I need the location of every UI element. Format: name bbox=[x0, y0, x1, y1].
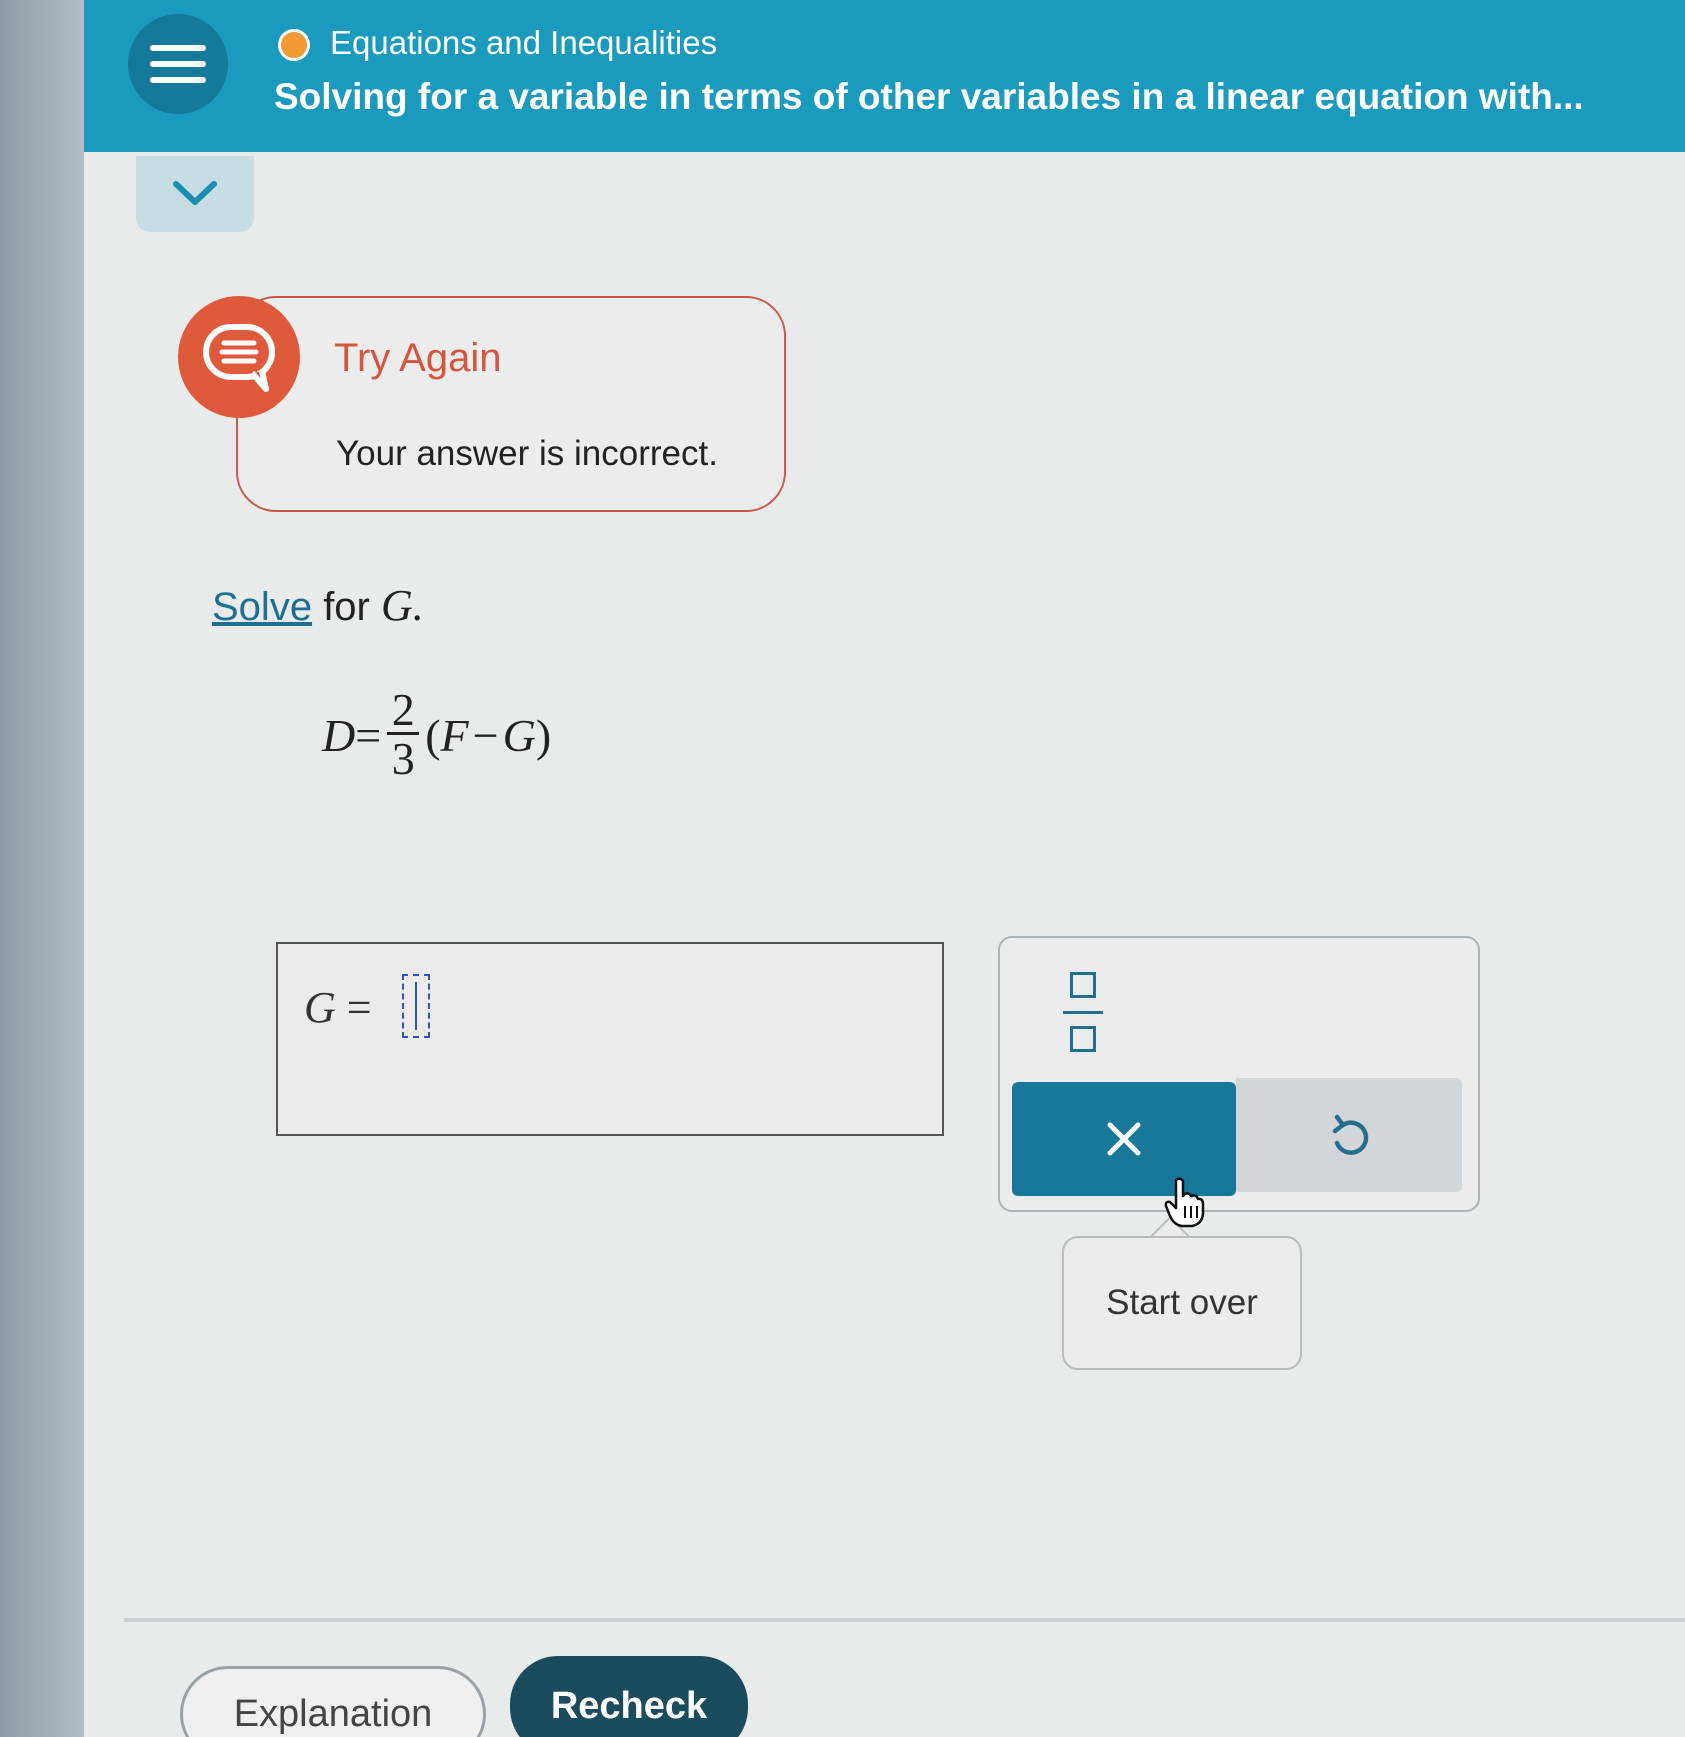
fraction-key[interactable] bbox=[1056, 972, 1110, 1052]
feedback-title: Try Again bbox=[334, 336, 502, 380]
equation-lhs: D bbox=[322, 709, 356, 761]
page: Equations and Inequalities Solving for a… bbox=[84, 0, 1685, 1737]
recheck-button[interactable]: Recheck bbox=[510, 1656, 748, 1737]
collapse-toggle-button[interactable] bbox=[136, 156, 254, 232]
fraction-icon bbox=[1070, 972, 1096, 998]
left-gutter bbox=[0, 0, 92, 1737]
answer-input-field[interactable] bbox=[402, 974, 430, 1038]
lesson-title: Solving for a variable in terms of other… bbox=[274, 76, 1584, 117]
topic-status-icon bbox=[278, 29, 310, 61]
fraction-numerator: 2 bbox=[391, 683, 415, 735]
equation-term-f: F bbox=[440, 709, 469, 761]
hand-cursor-icon bbox=[1164, 1177, 1205, 1228]
equation-equals: = bbox=[355, 709, 382, 761]
equation-term-g: G bbox=[502, 709, 536, 761]
topic-title: Equations and Inequalities bbox=[330, 24, 718, 61]
undo-button[interactable] bbox=[1236, 1078, 1462, 1192]
target-variable: G bbox=[381, 581, 413, 630]
explanation-button[interactable]: Explanation bbox=[180, 1666, 486, 1737]
solve-link[interactable]: Solve bbox=[212, 585, 312, 629]
close-icon bbox=[1107, 1122, 1141, 1156]
undo-icon bbox=[1332, 1114, 1369, 1155]
header-bar: Equations and Inequalities Solving for a… bbox=[84, 0, 1685, 152]
footer-divider bbox=[124, 1618, 1685, 1622]
hamburger-menu-icon bbox=[150, 45, 206, 51]
menu-button[interactable] bbox=[128, 14, 228, 114]
answer-input-area[interactable] bbox=[276, 942, 944, 1136]
feedback-card bbox=[236, 296, 786, 512]
instruction-text: for bbox=[323, 585, 370, 629]
answer-label: G = bbox=[304, 983, 372, 1032]
chevron-down-icon bbox=[173, 181, 217, 205]
equation-fraction: 2 3 bbox=[387, 683, 420, 784]
start-over-tooltip: Start over bbox=[1062, 1236, 1302, 1370]
problem-equation: D = 2 3 ( F − G ) bbox=[322, 683, 552, 784]
feedback-message: Your answer is incorrect. bbox=[336, 434, 718, 473]
problem-instruction: Solve for G. bbox=[212, 581, 424, 630]
speech-bubble-icon bbox=[178, 296, 300, 418]
fraction-denominator: 3 bbox=[391, 732, 415, 784]
